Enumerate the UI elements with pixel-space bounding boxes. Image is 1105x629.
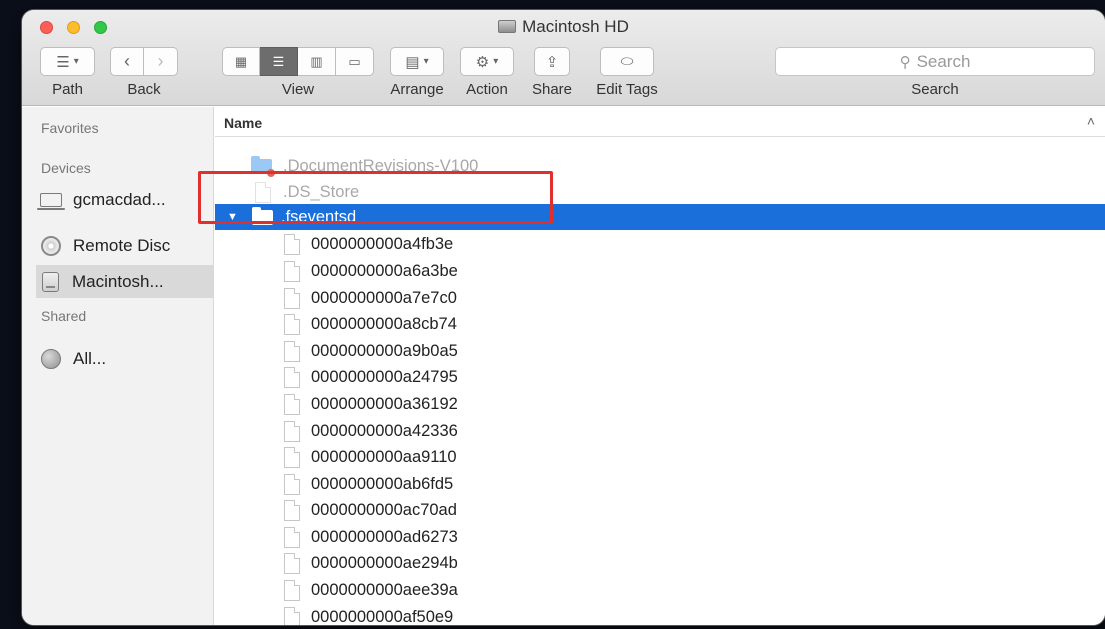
file-icon <box>284 340 300 362</box>
cover-flow-button[interactable]: ▭ <box>336 47 374 76</box>
toolbar: Macintosh HD ☰ ▾ Path ‹ › Back ▦ ☰ ▥ ▭ Vi… <box>22 10 1105 106</box>
share-button[interactable]: ⇪ <box>534 47 570 76</box>
table-row[interactable]: 0000000000ae294b <box>215 550 1105 576</box>
file-icon <box>284 420 300 442</box>
finder-window: Macintosh HD ☰ ▾ Path ‹ › Back ▦ ☰ ▥ ▭ Vi… <box>22 10 1105 625</box>
table-row[interactable]: 0000000000aee39a <box>215 577 1105 603</box>
file-icon <box>284 287 300 309</box>
path-label: Path <box>52 81 83 98</box>
sort-ascending-icon: ˄ <box>1086 113 1095 129</box>
back-button[interactable]: ‹ <box>110 47 144 76</box>
table-row[interactable]: 0000000000aa9110 <box>215 444 1105 470</box>
edit-tags-button[interactable]: ⬭ <box>600 47 654 76</box>
path-button[interactable]: ☰ ▾ <box>40 47 95 76</box>
file-icon <box>284 313 300 335</box>
share-icon: ⇪ <box>545 53 559 71</box>
list-item[interactable]: .DocumentRevisions-V100 <box>215 153 1105 179</box>
arrange-label: Arrange <box>390 81 444 98</box>
table-row[interactable]: 0000000000a24795 <box>215 364 1105 390</box>
forward-button[interactable]: › <box>144 47 178 76</box>
table-row[interactable]: 0000000000a9b0a5 <box>215 338 1105 364</box>
share-label: Share <box>531 81 573 98</box>
chevron-down-icon: ▾ <box>493 56 499 67</box>
action-button[interactable]: ⚙ ▾ <box>460 47 514 76</box>
file-icon <box>284 606 300 625</box>
table-row[interactable]: 0000000000a6a3be <box>215 258 1105 284</box>
action-label: Action <box>466 81 508 98</box>
chevron-down-icon: ▾ <box>423 56 429 67</box>
edit-tags-label: Edit Tags <box>596 81 658 98</box>
file-icon <box>284 366 300 388</box>
shared-heading[interactable]: Shared <box>41 308 86 324</box>
list-lines-icon: ☰ <box>272 53 285 69</box>
back-forward-control: ‹ › <box>110 47 178 76</box>
file-icon <box>284 499 300 521</box>
search-input[interactable]: ⚲ Search <box>775 47 1095 76</box>
table-row[interactable]: 0000000000a42336 <box>215 418 1105 444</box>
devices-heading[interactable]: Devices <box>41 160 91 176</box>
search-label: Search <box>911 81 959 98</box>
folder-icon <box>251 155 275 177</box>
restricted-badge-icon <box>267 168 275 177</box>
sidebar: Favorites Devices gcmacdad... Remote Dis… <box>22 107 214 625</box>
arrange-button[interactable]: ▤ ▾ <box>390 47 444 76</box>
table-row[interactable]: 0000000000a36192 <box>215 391 1105 417</box>
icon-view-button[interactable]: ▦ <box>222 47 260 76</box>
file-icon <box>284 526 300 548</box>
table-row[interactable]: 0000000000a7e7c0 <box>215 285 1105 311</box>
table-row[interactable]: 0000000000af50e9 <box>215 604 1105 625</box>
chevron-down-icon: ▾ <box>73 56 79 67</box>
list-item-selected[interactable]: ▼ .fseventsd <box>215 204 1105 230</box>
list-view-button[interactable]: ☰ <box>260 47 298 76</box>
hard-drive-icon <box>498 20 517 33</box>
file-icon <box>284 233 300 255</box>
network-globe-icon <box>41 348 61 369</box>
file-icon <box>255 181 271 203</box>
view-label: View <box>281 81 315 98</box>
window-title: Macintosh HD <box>22 17 1105 37</box>
file-icon <box>284 260 300 282</box>
disc-icon <box>41 235 61 256</box>
gear-icon: ⚙ <box>475 53 490 71</box>
sidebar-item-macintosh-hd[interactable]: Macintosh... <box>36 265 214 298</box>
file-icon <box>284 446 300 468</box>
name-column-header[interactable]: Name ˄ <box>215 107 1105 137</box>
file-icon <box>284 473 300 495</box>
list-item[interactable]: .DS_Store <box>215 179 1105 205</box>
hard-drive-icon <box>41 271 59 292</box>
file-icon <box>284 579 300 601</box>
table-row[interactable]: 0000000000ad6273 <box>215 524 1105 550</box>
icon-grid-icon: ▦ <box>234 53 248 69</box>
file-list: Name ˄ .DocumentRevisions-V100 .DS_Store… <box>215 107 1105 625</box>
sidebar-item-all-shared[interactable]: All... <box>37 342 214 375</box>
file-icon <box>284 393 300 415</box>
file-icon <box>284 552 300 574</box>
table-row[interactable]: 0000000000a4fb3e <box>215 231 1105 257</box>
table-row[interactable]: 0000000000ab6fd5 <box>215 471 1105 497</box>
folder-icon <box>252 206 273 225</box>
chevron-left-icon: ‹ <box>124 51 130 71</box>
sidebar-item-remote-disc[interactable]: Remote Disc <box>37 229 214 262</box>
back-label: Back <box>127 81 161 98</box>
disclosure-triangle-icon[interactable]: ▼ <box>227 211 238 223</box>
sidebar-item-gcmacdad[interactable]: gcmacdad... <box>37 183 214 216</box>
laptop-icon <box>37 192 65 210</box>
table-row[interactable]: 0000000000ac70ad <box>215 497 1105 523</box>
favorites-heading[interactable]: Favorites <box>41 120 99 136</box>
view-mode-control: ▦ ☰ ▥ ▭ <box>222 47 374 76</box>
columns-icon: ▥ <box>310 53 323 69</box>
column-view-button[interactable]: ▥ <box>298 47 336 76</box>
table-row[interactable]: 0000000000a8cb74 <box>215 311 1105 337</box>
cover-flow-icon: ▭ <box>348 53 361 69</box>
path-list-icon: ☰ <box>56 53 70 71</box>
tag-icon: ⬭ <box>620 53 634 70</box>
arrange-grid-icon: ▤ <box>405 53 420 71</box>
search-icon: ⚲ <box>899 53 911 71</box>
chevron-right-icon: › <box>157 51 164 71</box>
